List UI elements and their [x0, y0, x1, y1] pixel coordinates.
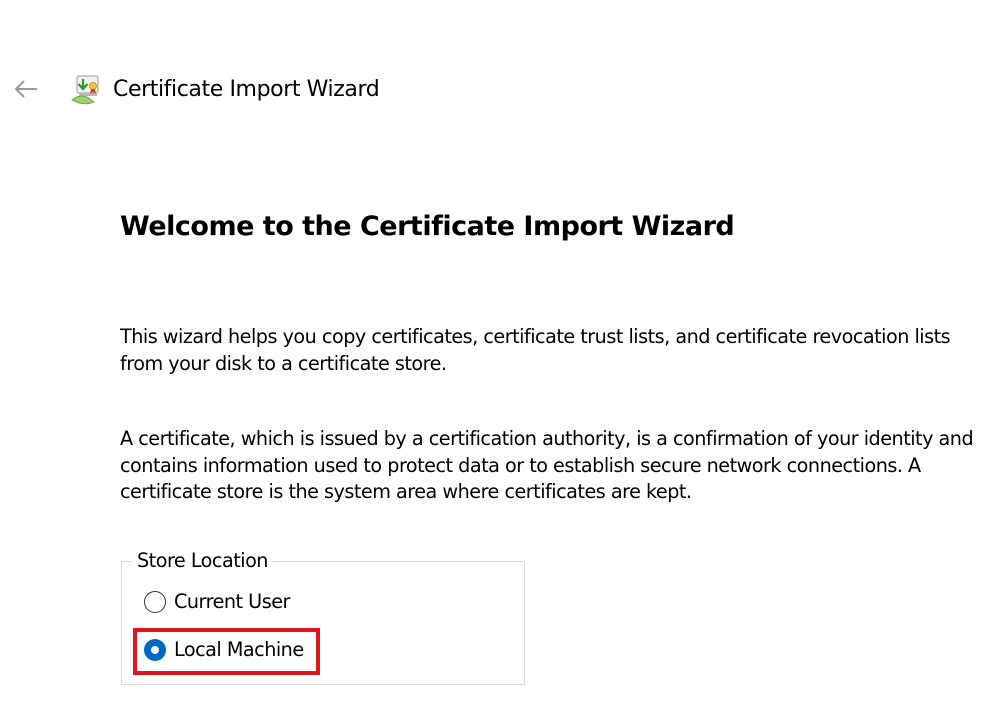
wizard-header: Certificate Import Wizard [0, 70, 986, 110]
description-paragraph: A certificate, which is issued by a cert… [120, 427, 974, 503]
arrow-left-icon [14, 80, 37, 98]
local-machine-label: Local Machine [174, 638, 304, 661]
current-user-option[interactable]: Current User [144, 590, 290, 613]
store-location-legend: Store Location [132, 549, 273, 573]
store-location-group [121, 561, 525, 685]
wizard-title: Certificate Import Wizard [113, 77, 380, 102]
radio-selected-dot [151, 645, 159, 654]
current-user-radio[interactable] [144, 590, 166, 613]
local-machine-option[interactable]: Local Machine [144, 638, 304, 661]
certificate-import-icon [71, 75, 99, 105]
page-title: Welcome to the Certificate Import Wizard [120, 211, 735, 242]
current-user-label: Current User [174, 590, 290, 613]
intro-paragraph: This wizard helps you copy certificates,… [120, 325, 951, 375]
local-machine-radio[interactable] [144, 638, 166, 661]
back-button[interactable] [8, 70, 44, 108]
